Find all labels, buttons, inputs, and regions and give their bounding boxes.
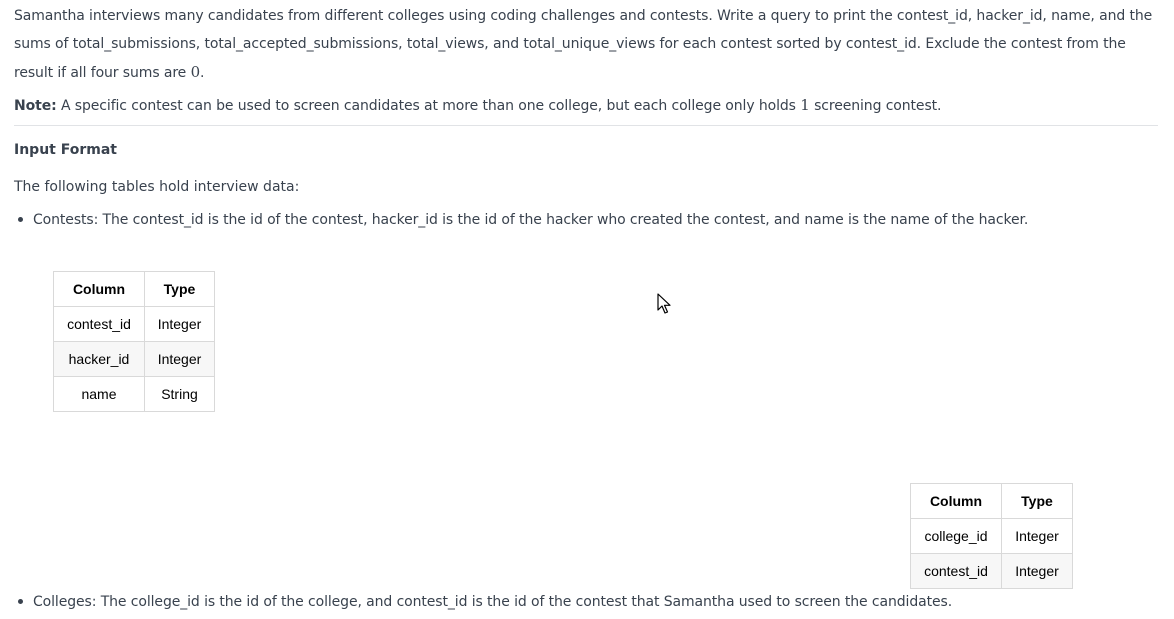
- period: .: [200, 65, 205, 81]
- note-label: Note:: [14, 98, 57, 114]
- bullet-dot-icon: [18, 598, 23, 604]
- section-divider: [14, 125, 1158, 126]
- table-row: college_id Integer: [910, 518, 1073, 554]
- table-row: hacker_id Integer: [53, 341, 215, 377]
- mouse-pointer-icon: [657, 293, 671, 314]
- table-row: name String: [53, 376, 215, 412]
- column-type-cell: Integer: [144, 306, 215, 342]
- type-header: Type: [144, 271, 215, 307]
- note-number: 1: [800, 96, 810, 114]
- zero-value: 0: [190, 63, 201, 81]
- column-name-cell: contest_id: [53, 306, 145, 342]
- input-format-heading: Input Format: [14, 142, 117, 158]
- note-paragraph: Note: A specific contest can be used to …: [14, 91, 1154, 120]
- colleges-bullet-text: Colleges: The college_id is the id of th…: [33, 594, 953, 610]
- tables-intro: The following tables hold interview data…: [14, 179, 300, 195]
- table-header-row: Column Type: [53, 271, 215, 307]
- table-row: contest_id Integer: [53, 306, 215, 342]
- table-row: contest_id Integer: [910, 553, 1073, 589]
- column-name-cell: name: [53, 376, 145, 412]
- column-type-cell: Integer: [1001, 518, 1073, 554]
- note-text: A specific contest can be used to screen…: [60, 98, 796, 114]
- column-header: Column: [53, 271, 145, 307]
- column-name-cell: hacker_id: [53, 341, 145, 377]
- colleges-schema-table: Column Type college_id Integer contest_i…: [910, 483, 1073, 589]
- type-header: Type: [1001, 483, 1073, 519]
- problem-statement: Samantha interviews many candidates from…: [14, 2, 1154, 87]
- column-type-cell: Integer: [144, 341, 215, 377]
- note-end: screening contest.: [814, 98, 942, 114]
- contests-schema-table: Column Type contest_id Integer hacker_id…: [53, 271, 215, 412]
- column-type-cell: String: [144, 376, 215, 412]
- bullet-dot-icon: [18, 216, 23, 222]
- contests-bullet: Contests: The contest_id is the id of th…: [14, 210, 1028, 230]
- column-name-cell: college_id: [910, 518, 1002, 554]
- problem-statement-text: Samantha interviews many candidates from…: [14, 8, 1153, 81]
- column-type-cell: Integer: [1001, 553, 1073, 589]
- column-header: Column: [910, 483, 1002, 519]
- table-header-row: Column Type: [910, 483, 1073, 519]
- colleges-bullet: Colleges: The college_id is the id of th…: [14, 592, 952, 612]
- contests-bullet-text: Contests: The contest_id is the id of th…: [33, 212, 1029, 228]
- column-name-cell: contest_id: [910, 553, 1002, 589]
